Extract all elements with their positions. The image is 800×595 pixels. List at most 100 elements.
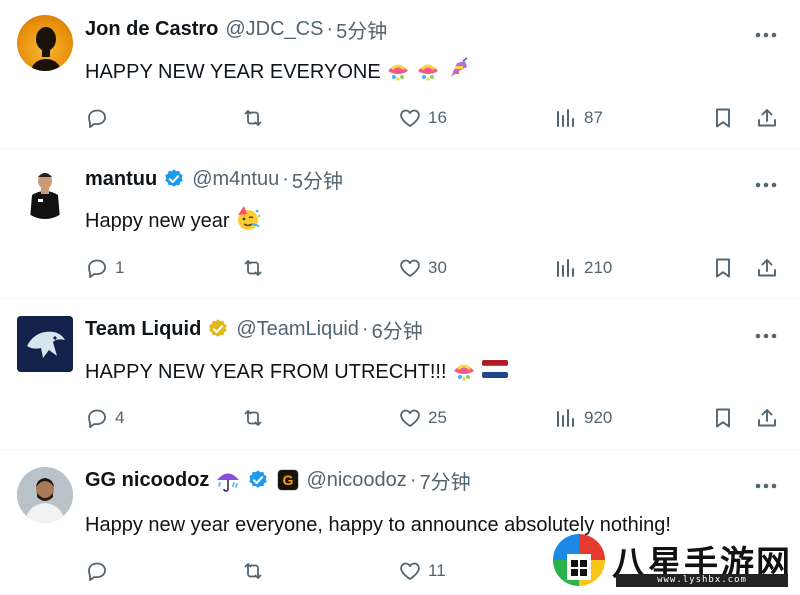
tweet-3[interactable]: Team Liquid @TeamLiquid · 6分钟 HAPPY NEW … — [0, 299, 800, 449]
like-count: 25 — [428, 408, 447, 427]
views-button[interactable]: 87 — [554, 104, 603, 132]
tweet-actions: 16 87 — [85, 104, 785, 132]
avatar-silhouette-icon — [31, 27, 61, 71]
tweet-header: mantuu @m4ntuu · 5分钟 — [85, 165, 343, 194]
like-button[interactable]: 25 — [398, 404, 447, 432]
separator-dot: · — [361, 317, 369, 340]
tweet-text-content: HAPPY NEW YEAR FROM UTRECHT!!! — [85, 360, 447, 383]
share-button[interactable] — [755, 404, 779, 432]
repost-icon — [244, 260, 262, 276]
pinata-emoji — [451, 357, 477, 387]
bookmark-button[interactable] — [711, 104, 735, 132]
display-name[interactable]: Team Liquid — [85, 318, 201, 341]
ellipsis-icon — [755, 182, 777, 188]
more-options-button[interactable] — [754, 23, 778, 47]
share-button[interactable] — [755, 254, 779, 282]
more-options-button[interactable] — [754, 474, 778, 498]
reply-count: 1 — [115, 258, 125, 277]
heart-icon — [400, 562, 420, 580]
heart-icon — [400, 259, 420, 277]
more-options-button[interactable] — [754, 173, 778, 197]
share-icon — [758, 259, 776, 277]
analytics-icon — [557, 109, 574, 127]
view-count: 920 — [584, 408, 613, 427]
verified-badge-icon[interactable] — [163, 168, 185, 190]
user-handle[interactable]: @TeamLiquid — [236, 318, 359, 341]
repost-icon — [244, 563, 262, 579]
partying-face-emoji — [234, 205, 262, 237]
pinata-emoji — [385, 57, 411, 87]
bookmark-icon — [716, 258, 730, 278]
affiliate-badge-icon[interactable]: G — [277, 469, 300, 491]
separator-dot: · — [409, 468, 417, 491]
avatar[interactable] — [17, 316, 73, 372]
reply-icon — [88, 259, 106, 278]
timestamp[interactable]: 5分钟 — [336, 15, 387, 44]
reply-icon — [88, 109, 106, 128]
tweet-text: HAPPY NEW YEAR EVERYONE — [85, 57, 471, 87]
share-button[interactable] — [755, 104, 779, 132]
like-button[interactable]: 16 — [398, 104, 447, 132]
reply-button[interactable] — [85, 557, 115, 585]
user-handle[interactable]: @m4ntuu — [192, 168, 279, 191]
reply-button[interactable]: 1 — [85, 254, 124, 282]
analytics-icon — [557, 259, 574, 277]
tweet-text-content: Happy new year — [85, 209, 230, 232]
reply-button[interactable]: 4 — [85, 404, 124, 432]
avatar[interactable] — [17, 467, 73, 523]
timestamp[interactable]: 7分钟 — [419, 466, 470, 495]
user-handle[interactable]: @JDC_CS — [225, 18, 323, 41]
view-count: 87 — [584, 108, 603, 127]
bookmark-button[interactable] — [711, 404, 735, 432]
avatar[interactable] — [17, 15, 73, 71]
timestamp[interactable]: 6分钟 — [372, 315, 423, 344]
reply-icon — [88, 562, 106, 581]
tweet-2[interactable]: mantuu @m4ntuu · 5分钟 Happy new year 1 30… — [0, 149, 800, 298]
verified-gold-badge-icon[interactable] — [207, 318, 229, 340]
separator-dot: · — [282, 167, 289, 190]
verified-badge-icon[interactable] — [247, 469, 269, 491]
display-name[interactable]: mantuu — [85, 168, 157, 191]
repost-button[interactable] — [241, 557, 271, 585]
share-icon — [758, 409, 776, 427]
like-button[interactable]: 11 — [398, 557, 446, 585]
timestamp[interactable]: 5分钟 — [292, 165, 343, 194]
umbrella-rain-emoji-icon — [217, 473, 240, 492]
repost-button[interactable] — [241, 104, 271, 132]
avatar[interactable] — [17, 163, 73, 219]
separator-dot: · — [326, 17, 334, 40]
bookmark-icon — [716, 408, 730, 428]
analytics-icon — [557, 409, 574, 427]
tweet-header: Jon de Castro @JDC_CS · 5分钟 — [85, 15, 387, 44]
more-options-button[interactable] — [754, 324, 778, 348]
tweet-header: GG nicoodoz G @nicoodoz · 7分钟 — [85, 466, 471, 495]
avatar-person-icon — [17, 467, 73, 523]
bookmark-button[interactable] — [711, 254, 735, 282]
repost-button[interactable] — [241, 254, 271, 282]
user-handle[interactable]: @nicoodoz — [306, 469, 406, 492]
like-button[interactable]: 30 — [398, 254, 447, 282]
views-button[interactable]: 920 — [554, 404, 612, 432]
tweet-text: HAPPY NEW YEAR FROM UTRECHT!!! — [85, 359, 509, 385]
like-count: 16 — [428, 108, 447, 127]
tweet-actions: 4 25 920 — [85, 404, 785, 432]
reply-count: 4 — [115, 408, 125, 427]
tweet-text-content: HAPPY NEW YEAR EVERYONE — [85, 60, 381, 83]
pinata-emoji — [415, 57, 441, 87]
views-button[interactable]: 210 — [554, 254, 612, 282]
site-logo-icon — [553, 534, 605, 586]
watermark-url: www.lyshbx.com — [616, 574, 788, 587]
display-name[interactable]: Jon de Castro — [85, 18, 218, 41]
tweet-1[interactable]: Jon de Castro @JDC_CS · 5分钟 HAPPY NEW YE… — [0, 0, 800, 148]
netherlands-flag-emoji — [481, 358, 509, 386]
repost-icon — [244, 410, 262, 426]
reply-button[interactable] — [85, 104, 115, 132]
display-name[interactable]: GG nicoodoz — [85, 469, 209, 492]
share-icon — [758, 109, 776, 127]
ellipsis-icon — [755, 333, 777, 339]
view-count: 210 — [584, 258, 613, 277]
like-count: 11 — [428, 561, 446, 580]
repost-button[interactable] — [241, 404, 271, 432]
ellipsis-icon — [755, 32, 777, 38]
repost-icon — [244, 110, 262, 126]
